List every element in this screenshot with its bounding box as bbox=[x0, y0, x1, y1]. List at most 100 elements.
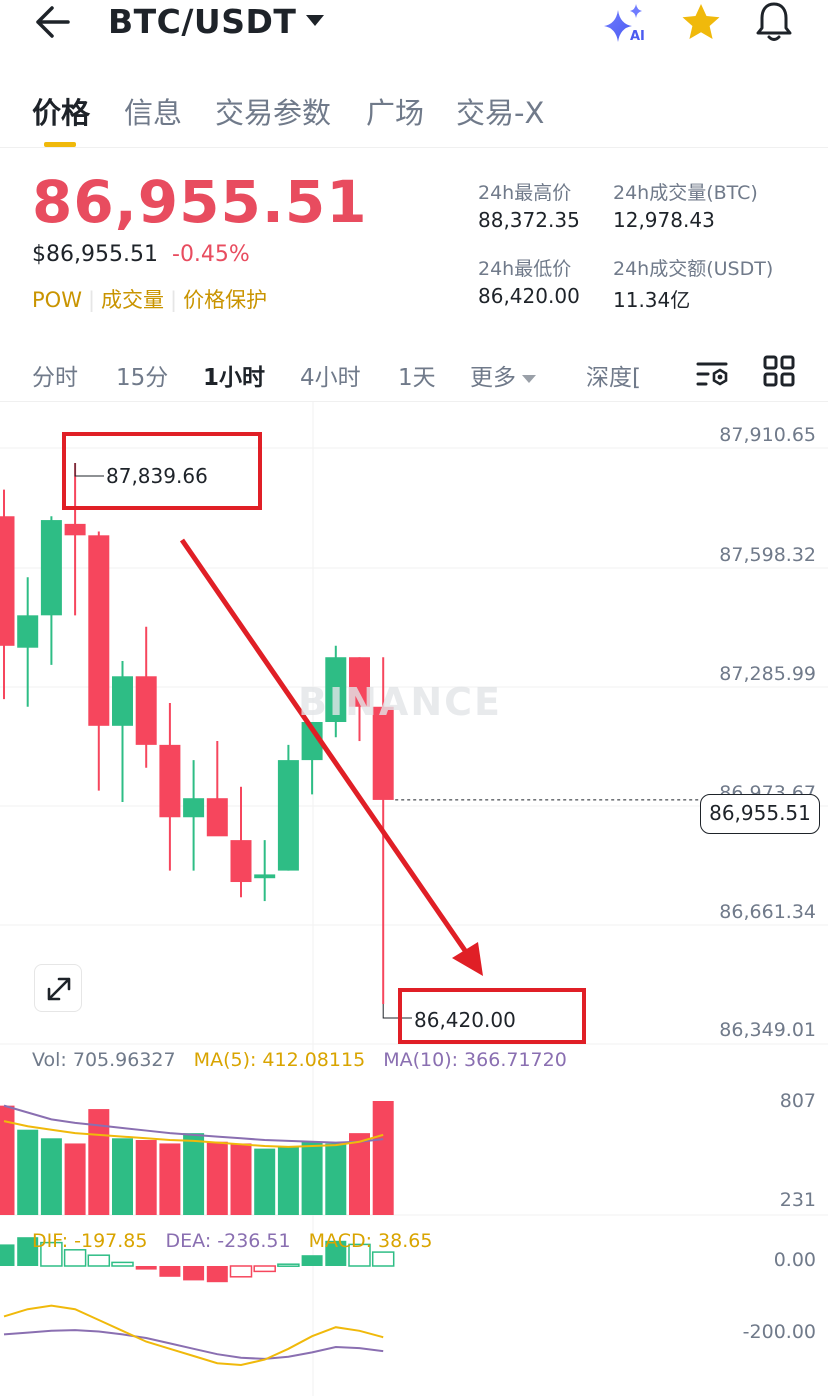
section-tabs: 价格 信息 交易参数 广场 交易-X bbox=[0, 86, 828, 148]
volume-bar bbox=[159, 1143, 181, 1215]
interval-1d[interactable]: 1天 bbox=[398, 358, 436, 392]
stat-24h-high-label: 24h最高价 bbox=[478, 182, 572, 204]
volume-bar bbox=[277, 1146, 299, 1215]
interval-more[interactable]: 更多 bbox=[470, 358, 536, 392]
macd-histogram-bar bbox=[63, 1249, 87, 1267]
macd-histogram-bar bbox=[206, 1266, 228, 1283]
top-bar: BTC/USDT AI bbox=[0, 0, 828, 48]
tab-info[interactable]: 信息 bbox=[124, 90, 182, 132]
interval-1h[interactable]: 1小时 bbox=[203, 358, 265, 392]
candle-body bbox=[206, 798, 228, 837]
candle-body bbox=[40, 520, 62, 616]
svg-text:AI: AI bbox=[630, 29, 645, 44]
candle-body bbox=[159, 744, 181, 818]
ma5-value: MA(5): 412.08115 bbox=[193, 1049, 366, 1071]
chevron-down-icon bbox=[522, 374, 536, 383]
low-price-label: 86,420.00 bbox=[414, 1008, 516, 1032]
tag-divider: | bbox=[170, 288, 178, 312]
macd-histogram-bar bbox=[277, 1263, 300, 1267]
macd-histogram-bar bbox=[111, 1261, 134, 1267]
price-axis-label: 87,910.65 bbox=[719, 424, 816, 446]
stat-24h-low-value: 86,420.00 bbox=[478, 284, 580, 308]
price-axis-label: 87,598.32 bbox=[719, 544, 816, 566]
interval-bar: 分时 15分 1小时 4小时 1天 更多 深度[ bbox=[0, 346, 828, 402]
stat-24h-turnover-label: 24h成交额(USDT) bbox=[613, 258, 774, 280]
layout-grid-icon[interactable] bbox=[762, 354, 796, 388]
price-axis-label: 87,285.99 bbox=[719, 663, 816, 685]
interval-depth[interactable]: 深度[ bbox=[586, 358, 644, 392]
caret-down-icon[interactable] bbox=[304, 12, 326, 28]
candle-body bbox=[135, 676, 157, 745]
macd-axis-label: 0.00 bbox=[773, 1249, 816, 1271]
active-tab-indicator bbox=[44, 142, 76, 147]
last-price-marker: 86,955.51 bbox=[700, 794, 820, 834]
interval-4h[interactable]: 4小时 bbox=[300, 358, 361, 392]
dif-value: DIF: -197.85 bbox=[32, 1230, 148, 1252]
tab-square[interactable]: 广场 bbox=[366, 90, 424, 132]
tab-trading-params[interactable]: 交易参数 bbox=[215, 90, 331, 132]
candle-body bbox=[112, 676, 133, 726]
back-arrow-icon[interactable] bbox=[30, 2, 74, 42]
volume-bar bbox=[135, 1140, 157, 1215]
stat-24h-turnover-value: 11.34亿 bbox=[613, 288, 691, 312]
volume-bar bbox=[64, 1143, 86, 1215]
trend-arrow-line bbox=[179, 538, 469, 954]
expand-icon bbox=[47, 977, 71, 1001]
volume-axis-label: 807 bbox=[779, 1090, 816, 1112]
candle-body bbox=[254, 874, 276, 879]
stat-24h-low-label: 24h最低价 bbox=[478, 258, 572, 280]
stat-24h-volume-btc-value: 12,978.43 bbox=[613, 208, 715, 232]
volume-bar bbox=[254, 1148, 276, 1215]
macd-histogram-bar bbox=[0, 1244, 15, 1266]
interval-15m[interactable]: 15分 bbox=[116, 358, 168, 392]
last-price: 86,955.51 bbox=[32, 168, 368, 236]
price-axis-label: 86,661.34 bbox=[719, 901, 816, 923]
volume-bar bbox=[325, 1143, 347, 1215]
binance-watermark: BINANCE bbox=[298, 680, 502, 724]
tab-price[interactable]: 价格 bbox=[32, 90, 90, 132]
dea-value: DEA: -236.51 bbox=[165, 1230, 291, 1252]
stat-24h-high-value: 88,372.35 bbox=[478, 208, 580, 232]
candle-body bbox=[183, 798, 205, 818]
macd-indicator-line: DIF: -197.85 DEA: -236.51 MACD: 38.65 bbox=[32, 1230, 432, 1252]
chart-settings-icon[interactable] bbox=[694, 356, 734, 392]
volume-bar bbox=[112, 1138, 133, 1215]
volume-bar bbox=[40, 1138, 62, 1215]
volume-bar bbox=[301, 1141, 323, 1215]
tab-trade-x[interactable]: 交易-X bbox=[456, 90, 544, 132]
bell-icon[interactable] bbox=[754, 0, 794, 44]
high-price-label: 87,839.66 bbox=[106, 464, 208, 488]
macd-histogram-bar bbox=[183, 1266, 205, 1281]
usd-price: $86,955.51 bbox=[32, 242, 158, 267]
fullscreen-button[interactable] bbox=[34, 964, 82, 1012]
interval-timeline[interactable]: 分时 bbox=[32, 358, 78, 392]
favorite-star-icon[interactable] bbox=[680, 2, 722, 42]
candle-body bbox=[64, 523, 86, 536]
macd-value: MACD: 38.65 bbox=[308, 1230, 433, 1252]
price-change-percent: -0.45% bbox=[172, 242, 250, 267]
macd-histogram-bar bbox=[253, 1265, 276, 1273]
macd-histogram-bar bbox=[159, 1266, 181, 1277]
volume-indicator-line: Vol: 705.96327 MA(5): 412.08115 MA(10): … bbox=[32, 1049, 567, 1071]
macd-histogram-bar bbox=[87, 1254, 111, 1267]
candle-body bbox=[88, 535, 110, 726]
ai-sparkle-icon[interactable]: AI bbox=[604, 2, 652, 44]
macd-axis-label: -200.00 bbox=[742, 1321, 816, 1343]
price-axis-label: 86,349.01 bbox=[719, 1019, 816, 1041]
volume-bar bbox=[230, 1143, 252, 1215]
candle-body bbox=[230, 840, 252, 883]
dea-line bbox=[3, 1329, 384, 1360]
volume-bar bbox=[372, 1101, 394, 1215]
macd-histogram-bar bbox=[135, 1266, 157, 1270]
macd-histogram-bar bbox=[301, 1255, 323, 1266]
stat-24h-volume-btc-label: 24h成交量(BTC) bbox=[613, 182, 758, 204]
interval-more-label: 更多 bbox=[470, 365, 516, 391]
volume-value: Vol: 705.96327 bbox=[32, 1049, 176, 1071]
volume-axis-label: 231 bbox=[779, 1189, 816, 1211]
pair-title[interactable]: BTC/USDT bbox=[108, 2, 296, 41]
tag-pow[interactable]: POW bbox=[32, 288, 82, 312]
candle-body bbox=[277, 760, 299, 871]
dif-line bbox=[3, 1304, 384, 1367]
tag-volume[interactable]: 成交量 bbox=[101, 288, 164, 312]
tag-price-protection[interactable]: 价格保护 bbox=[183, 288, 267, 312]
